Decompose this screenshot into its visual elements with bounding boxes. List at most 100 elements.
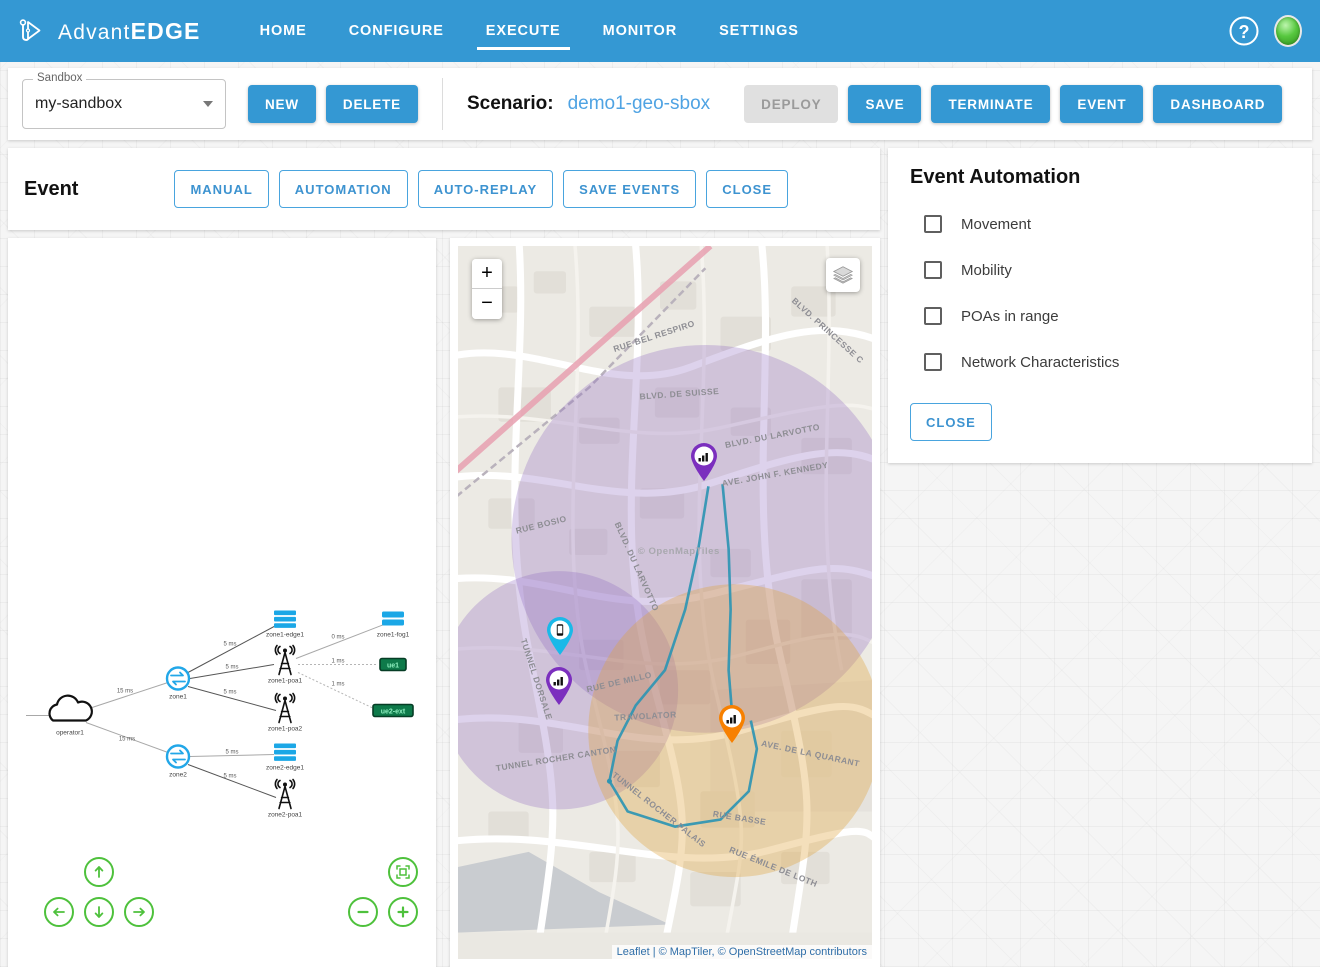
topology-node-operator1[interactable]: operator1 (48, 694, 93, 737)
nav-item-monitor[interactable]: MONITOR (582, 0, 699, 62)
event-automation-card: Event Automation Movement Mobility POAs … (888, 148, 1312, 463)
app-header: AdvantEDGE HOME CONFIGURE EXECUTE MONITO… (0, 0, 1320, 62)
checkbox-mobility[interactable] (924, 261, 942, 279)
ue-marker-cyan[interactable] (544, 616, 576, 661)
topology-node-label: zone2 (169, 772, 187, 779)
automation-option-label: Mobility (961, 261, 1012, 279)
checkbox-poas-in-range[interactable] (924, 307, 942, 325)
delete-sandbox-button[interactable]: DELETE (325, 85, 418, 123)
topology-node-label: zone1-poa2 (268, 726, 303, 733)
link-label: 0 ms (331, 635, 344, 641)
event-manual-button[interactable]: MANUAL (174, 170, 269, 208)
map-zoom-in-button[interactable]: + (472, 259, 502, 289)
nav-item-configure[interactable]: CONFIGURE (328, 0, 465, 62)
sandbox-toolbar: Sandbox my-sandbox NEW DELETE Scenario: … (8, 68, 1312, 140)
topology-node-label: zone1-poa1 (268, 678, 303, 685)
topology-node-label: zone1-fog1 (377, 632, 410, 639)
link-label: 5 ms (223, 690, 236, 696)
save-button[interactable]: SAVE (848, 85, 922, 123)
link-label: 5 ms (223, 642, 236, 648)
map-zoom-out-button[interactable]: − (472, 289, 502, 319)
sandbox-select-label: Sandbox (33, 72, 87, 84)
event-bar: Event MANUAL AUTOMATION AUTO-REPLAY SAVE… (8, 148, 880, 230)
automation-option-label: Network Characteristics (961, 353, 1120, 371)
topology-node-label: zone1-edge1 (266, 632, 304, 639)
automation-option-network-characteristics[interactable]: Network Characteristics (924, 353, 1290, 371)
brand-advant: Advant (58, 20, 131, 44)
automation-option-movement[interactable]: Movement (924, 215, 1290, 233)
link-label: 1 ms (331, 659, 344, 665)
geo-map-panel[interactable]: BLVD. PRINCESSE C RUE BEL RESPIRO BLVD. … (450, 238, 880, 967)
status-led-icon[interactable] (1274, 15, 1302, 47)
automation-option-poas-in-range[interactable]: POAs in range (924, 307, 1290, 325)
event-panel-title: Event (24, 177, 79, 200)
map-layers-button[interactable] (826, 258, 860, 292)
poa-marker-purple-bottom[interactable] (543, 666, 575, 711)
map-attribution[interactable]: Leaflet | © MapTiler, © OpenStreetMap co… (611, 945, 872, 959)
nav-item-settings[interactable]: SETTINGS (698, 0, 820, 62)
topology-zoom-out-button[interactable] (348, 897, 378, 927)
topology-pan-left-button[interactable] (44, 897, 74, 927)
signal-bars-marker-icon (691, 443, 717, 481)
topology-node-zone2-edge1[interactable]: zone2-edge1 (266, 743, 304, 772)
topology-pan-down-button[interactable] (84, 897, 114, 927)
main-nav: HOME CONFIGURE EXECUTE MONITOR SETTINGS (239, 0, 820, 62)
nav-item-home[interactable]: HOME (239, 0, 328, 62)
new-sandbox-button[interactable]: NEW (248, 85, 316, 123)
topology-node-ue1[interactable]: ue1 (379, 657, 407, 672)
topology-node-zone2[interactable]: zone2 (165, 744, 191, 779)
nav-item-execute[interactable]: EXECUTE (465, 0, 582, 62)
checkbox-movement[interactable] (924, 215, 942, 233)
map-zoom-controls[interactable]: + − (472, 259, 502, 319)
topology-node-ue2-ext[interactable]: ue2-ext (372, 703, 414, 718)
topology-zoom-in-button[interactable] (388, 897, 418, 927)
brand-edge: EDGE (130, 17, 201, 44)
topology-node-zone1[interactable]: zone1 (165, 666, 191, 701)
automation-close-button[interactable]: CLOSE (910, 403, 992, 441)
signal-bars-marker-icon (719, 705, 745, 743)
leaflet-map[interactable]: BLVD. PRINCESSE C RUE BEL RESPIRO BLVD. … (458, 246, 872, 959)
topology-pan-up-button[interactable] (84, 857, 114, 887)
topology-node-label: ue2-ext (381, 709, 406, 716)
topology-node-label: zone2-poa1 (268, 812, 303, 819)
help-circle-icon[interactable]: ? (1228, 15, 1260, 47)
link-label: 1 ms (331, 682, 344, 688)
topology-node-zone1-poa2[interactable]: zone1-poa2 (268, 692, 303, 733)
scenario-block: Scenario: demo1-geo-sbox (467, 93, 710, 115)
sandbox-select-value: my-sandbox (35, 95, 123, 112)
arrow-down-icon (94, 906, 104, 918)
terminate-button[interactable]: TERMINATE (931, 85, 1051, 123)
fit-screen-icon (396, 865, 410, 879)
dashboard-button[interactable]: DASHBOARD (1153, 85, 1283, 123)
scenario-name[interactable]: demo1-geo-sbox (568, 93, 711, 115)
topology-node-label: zone2-edge1 (266, 765, 304, 772)
automation-option-mobility[interactable]: Mobility (924, 261, 1290, 279)
link-label: 5 ms (225, 750, 238, 756)
network-topology-panel[interactable]: 15 ms 15 ms 5 ms 5 ms 5 ms 5 ms 5 ms 0 m… (8, 238, 436, 967)
topology-graph[interactable]: 15 ms 15 ms 5 ms 5 ms 5 ms 5 ms 5 ms 0 m… (8, 238, 436, 967)
brand-title: AdvantEDGE (58, 18, 201, 45)
link-label: 5 ms (223, 774, 236, 780)
main-content: Event MANUAL AUTOMATION AUTO-REPLAY SAVE… (0, 140, 1320, 967)
topology-node-label: zone1 (169, 694, 187, 701)
advantedge-logo-icon[interactable] (14, 14, 48, 48)
right-column: Event Automation Movement Mobility POAs … (888, 148, 1312, 967)
topology-node-zone1-edge1[interactable]: zone1-edge1 (266, 610, 304, 639)
arrow-right-icon (133, 907, 145, 917)
event-auto-replay-button[interactable]: AUTO-REPLAY (417, 170, 554, 208)
arrow-left-icon (53, 907, 65, 917)
link-label: 15 ms (117, 689, 133, 695)
event-button[interactable]: EVENT (1060, 85, 1144, 123)
poa-marker-orange[interactable] (716, 704, 748, 749)
sandbox-select[interactable]: Sandbox my-sandbox (22, 72, 226, 129)
phone-marker-icon (547, 617, 573, 655)
poa-marker-purple-top[interactable] (688, 442, 720, 487)
event-save-events-button[interactable]: SAVE EVENTS (563, 170, 697, 208)
signal-bars-marker-icon (546, 667, 572, 705)
event-automation-button[interactable]: AUTOMATION (278, 170, 408, 208)
checkbox-network-characteristics[interactable] (924, 353, 942, 371)
topology-node-zone2-poa1[interactable]: zone2-poa1 (268, 778, 303, 819)
topology-fit-to-screen-button[interactable] (388, 857, 418, 887)
topology-pan-right-button[interactable] (124, 897, 154, 927)
event-close-button[interactable]: CLOSE (706, 170, 789, 208)
